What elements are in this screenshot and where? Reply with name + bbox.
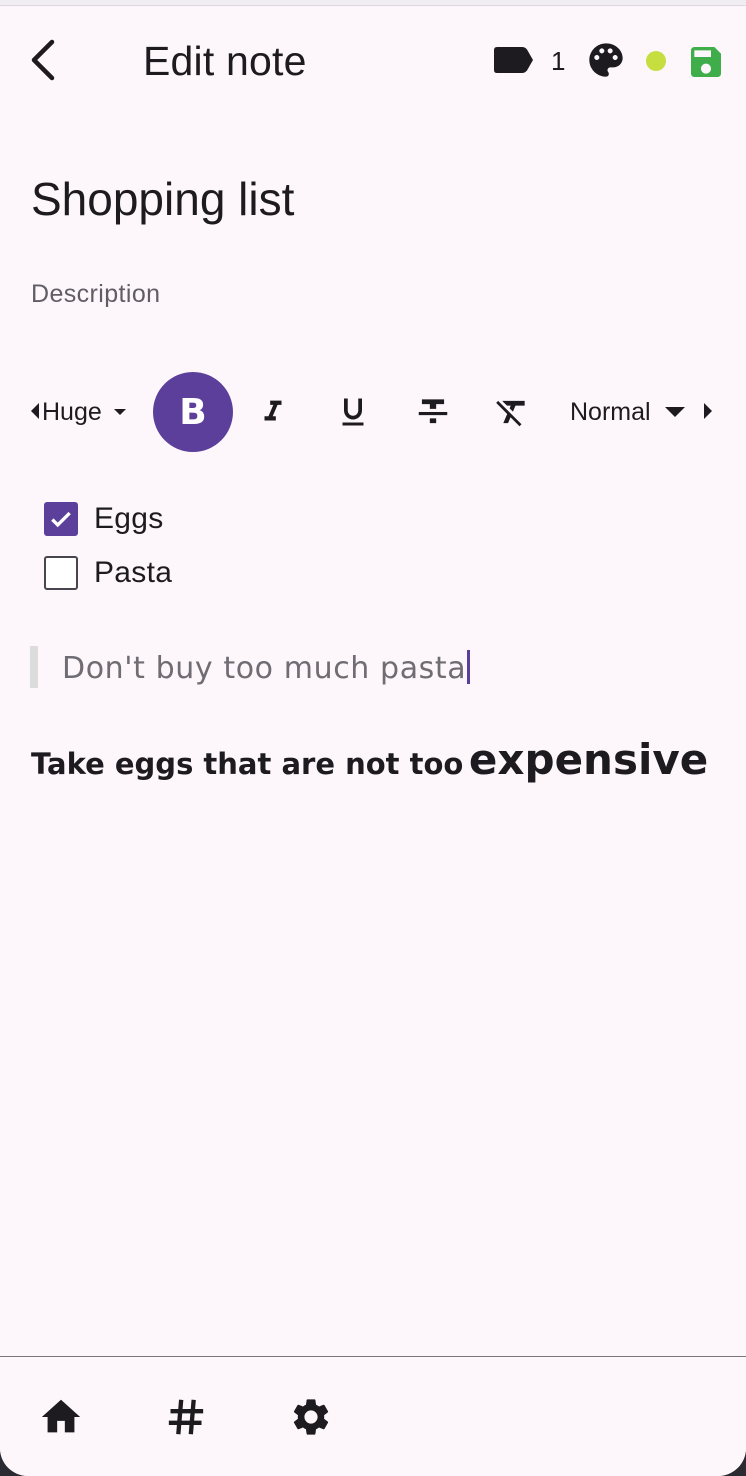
checklist-label: Eggs bbox=[94, 502, 164, 535]
label-count: 1 bbox=[551, 46, 566, 76]
bottom-navigation bbox=[0, 1356, 746, 1476]
page-title: Edit note bbox=[143, 38, 307, 84]
body-paragraph[interactable]: Take eggs that are not too expensive bbox=[31, 735, 708, 784]
blockquote-text[interactable]: Don't buy too much pasta bbox=[62, 650, 471, 686]
app-bar: Edit note 1 bbox=[0, 6, 746, 114]
font-size-dropdown[interactable]: Huge bbox=[42, 394, 126, 430]
label-icon bbox=[494, 47, 533, 73]
note-color-indicator bbox=[646, 51, 666, 71]
labels-button[interactable] bbox=[491, 42, 535, 78]
dropdown-caret-icon bbox=[664, 407, 685, 417]
scroll-left-icon[interactable] bbox=[30, 401, 40, 421]
color-picker-button[interactable] bbox=[584, 38, 628, 82]
checkbox-unchecked[interactable] bbox=[44, 556, 78, 590]
checklist-item-eggs[interactable]: Eggs bbox=[44, 499, 164, 539]
back-button[interactable] bbox=[18, 32, 68, 88]
arrow-back-icon bbox=[31, 39, 55, 81]
formatting-toolbar: Huge B Normal bbox=[0, 370, 746, 454]
heading-style-value: Normal bbox=[570, 397, 651, 426]
blockquote-bar bbox=[30, 646, 38, 688]
description-input[interactable]: Description bbox=[31, 280, 160, 309]
palette-icon bbox=[589, 43, 623, 77]
strikethrough-icon bbox=[418, 399, 448, 424]
heading-style-dropdown[interactable]: Normal bbox=[570, 394, 685, 430]
save-icon bbox=[691, 47, 721, 77]
nav-tags-button[interactable] bbox=[162, 1393, 210, 1441]
note-editor-screen: Edit note 1 Shopping list Description Hu… bbox=[0, 0, 746, 1476]
tag-icon bbox=[168, 1399, 204, 1435]
italic-button[interactable] bbox=[233, 372, 313, 452]
scroll-right-icon[interactable] bbox=[703, 401, 713, 421]
save-button[interactable] bbox=[684, 40, 728, 84]
nav-home-button[interactable] bbox=[37, 1393, 85, 1441]
bold-button[interactable]: B bbox=[153, 372, 233, 452]
text-cursor bbox=[467, 650, 471, 684]
nav-settings-button[interactable] bbox=[287, 1393, 335, 1441]
paragraph-text: Take eggs that are not too bbox=[31, 747, 464, 781]
blockquote-content: Don't buy too much pasta bbox=[62, 651, 467, 686]
strikethrough-button[interactable] bbox=[393, 372, 473, 452]
note-title-input[interactable]: Shopping list bbox=[31, 172, 294, 226]
checklist-item-pasta[interactable]: Pasta bbox=[44, 553, 172, 593]
check-icon bbox=[51, 511, 71, 528]
checklist-label: Pasta bbox=[94, 556, 173, 589]
settings-icon bbox=[293, 1399, 329, 1435]
paragraph-huge-text: expensive bbox=[468, 735, 709, 784]
italic-icon bbox=[264, 400, 282, 421]
checkbox-checked[interactable] bbox=[44, 502, 78, 536]
bold-icon: B bbox=[179, 391, 207, 433]
dropdown-caret-icon bbox=[113, 409, 126, 415]
clear-format-button[interactable] bbox=[472, 372, 552, 452]
font-size-value: Huge bbox=[42, 397, 102, 426]
home-icon bbox=[41, 1399, 81, 1433]
underline-button[interactable] bbox=[313, 372, 393, 452]
clear-format-icon bbox=[496, 400, 525, 427]
underline-icon bbox=[342, 398, 364, 426]
